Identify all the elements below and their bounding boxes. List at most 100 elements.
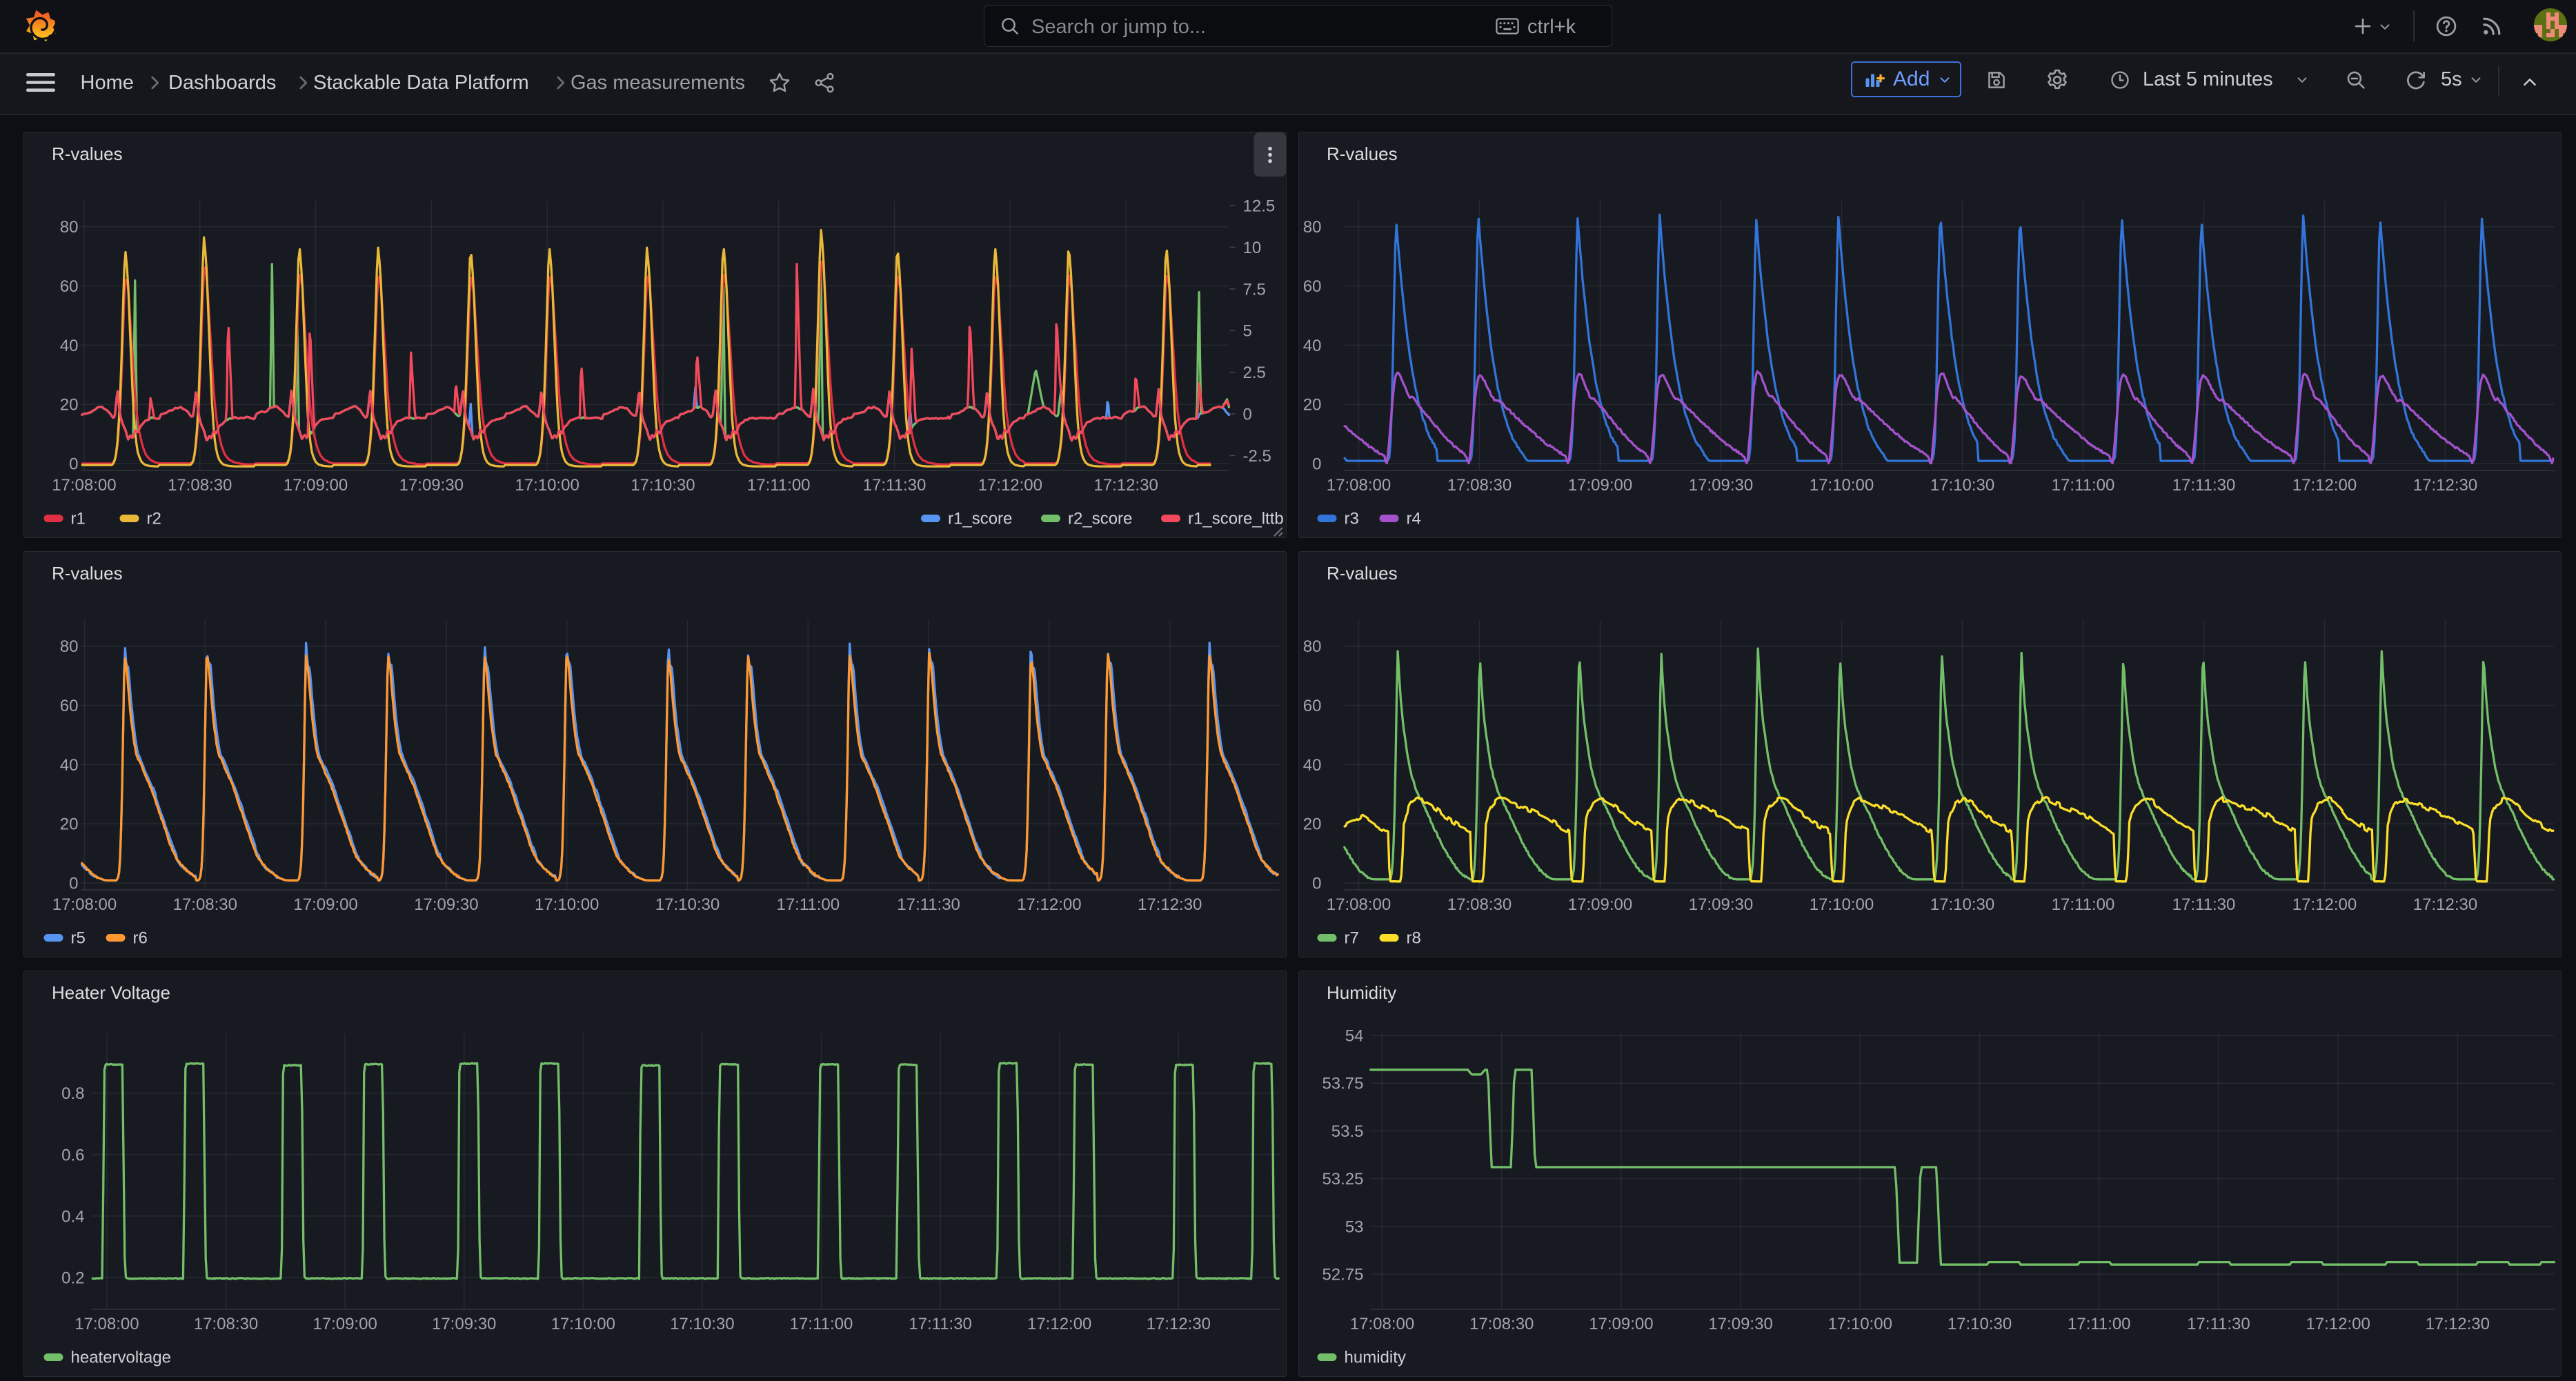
svg-text:heatervoltage: heatervoltage: [70, 1349, 170, 1367]
svg-text:5: 5: [1242, 322, 1251, 341]
svg-text:17:10:30: 17:10:30: [670, 1315, 734, 1333]
svg-text:17:12:00: 17:12:00: [1017, 895, 1081, 914]
svg-text:17:09:00: 17:09:00: [1567, 476, 1632, 495]
svg-text:0.8: 0.8: [61, 1084, 84, 1103]
svg-text:40: 40: [59, 337, 78, 355]
svg-text:80: 80: [59, 637, 78, 656]
svg-text:17:10:00: 17:10:00: [1809, 476, 1873, 495]
svg-text:17:08:30: 17:08:30: [193, 1315, 257, 1333]
svg-text:17:08:30: 17:08:30: [1447, 476, 1511, 495]
svg-text:53.5: 53.5: [1331, 1122, 1363, 1141]
svg-text:60: 60: [1302, 277, 1321, 296]
svg-text:0: 0: [1312, 455, 1321, 474]
svg-text:17:11:30: 17:11:30: [2187, 1315, 2250, 1333]
svg-text:R-values: R-values: [52, 563, 123, 584]
svg-text:17:09:00: 17:09:00: [293, 895, 357, 914]
svg-text:17:10:30: 17:10:30: [1930, 895, 1994, 914]
svg-text:17:09:00: 17:09:00: [313, 1315, 377, 1333]
svg-text:17:09:00: 17:09:00: [1567, 895, 1632, 914]
svg-text:17:11:00: 17:11:00: [789, 1315, 853, 1333]
svg-text:0: 0: [1242, 406, 1251, 424]
svg-text:Humidity: Humidity: [1327, 982, 1396, 1003]
svg-text:60: 60: [1302, 697, 1321, 715]
svg-text:17:12:00: 17:12:00: [1027, 1315, 1091, 1333]
svg-text:17:12:00: 17:12:00: [2292, 895, 2356, 914]
svg-text:17:10:30: 17:10:30: [1930, 476, 1994, 495]
svg-text:17:10:00: 17:10:00: [1809, 895, 1873, 914]
svg-text:12.5: 12.5: [1242, 197, 1275, 216]
svg-text:r5: r5: [70, 929, 85, 948]
svg-text:R-values: R-values: [1327, 563, 1398, 584]
svg-text:17:08:30: 17:08:30: [167, 476, 231, 495]
svg-text:17:08:30: 17:08:30: [1447, 895, 1511, 914]
svg-text:r4: r4: [1406, 510, 1420, 528]
svg-text:17:11:30: 17:11:30: [909, 1315, 972, 1333]
svg-text:7.5: 7.5: [1242, 280, 1265, 299]
svg-text:17:10:00: 17:10:00: [1827, 1315, 1892, 1333]
svg-text:17:08:30: 17:08:30: [1469, 1315, 1533, 1333]
svg-text:17:09:30: 17:09:30: [1688, 476, 1752, 495]
svg-text:Heater Voltage: Heater Voltage: [52, 982, 170, 1003]
svg-text:17:11:30: 17:11:30: [2172, 895, 2235, 914]
svg-text:R-values: R-values: [1327, 143, 1398, 164]
svg-text:R-values: R-values: [52, 143, 123, 164]
svg-text:r3: r3: [1344, 510, 1358, 528]
svg-text:17:10:00: 17:10:00: [551, 1315, 615, 1333]
svg-text:17:11:30: 17:11:30: [862, 476, 926, 495]
svg-text:17:11:00: 17:11:00: [2067, 1315, 2130, 1333]
svg-text:54: 54: [1345, 1027, 1363, 1046]
svg-text:r2: r2: [146, 510, 161, 528]
svg-text:r1_score: r1_score: [948, 510, 1012, 528]
svg-text:17:10:30: 17:10:30: [1947, 1315, 2011, 1333]
svg-text:10: 10: [1242, 239, 1261, 257]
svg-text:r8: r8: [1406, 929, 1420, 948]
svg-text:0: 0: [69, 875, 78, 893]
svg-text:17:12:30: 17:12:30: [2412, 895, 2477, 914]
svg-text:17:12:30: 17:12:30: [1146, 1315, 1210, 1333]
svg-text:0.4: 0.4: [61, 1207, 84, 1226]
svg-text:40: 40: [59, 756, 78, 775]
svg-text:r1_score_lttb: r1_score_lttb: [1188, 510, 1284, 528]
svg-text:17:08:00: 17:08:00: [1326, 895, 1390, 914]
svg-text:17:10:30: 17:10:30: [655, 895, 719, 914]
svg-text:17:10:30: 17:10:30: [631, 476, 695, 495]
svg-text:r2_score: r2_score: [1068, 510, 1132, 528]
svg-text:-2.5: -2.5: [1242, 447, 1271, 466]
svg-text:80: 80: [1302, 218, 1321, 237]
svg-text:0.6: 0.6: [61, 1146, 84, 1164]
svg-text:17:12:00: 17:12:00: [2292, 476, 2356, 495]
svg-text:40: 40: [1302, 337, 1321, 355]
svg-text:17:12:30: 17:12:30: [1137, 895, 1201, 914]
svg-text:r7: r7: [1344, 929, 1358, 948]
svg-text:80: 80: [59, 218, 78, 237]
svg-text:17:12:30: 17:12:30: [2425, 1315, 2489, 1333]
svg-text:17:09:30: 17:09:30: [431, 1315, 495, 1333]
svg-text:17:08:00: 17:08:00: [1349, 1315, 1414, 1333]
svg-text:17:12:00: 17:12:00: [2306, 1315, 2370, 1333]
svg-text:17:09:30: 17:09:30: [1688, 895, 1752, 914]
svg-text:17:08:00: 17:08:00: [52, 895, 116, 914]
svg-text:17:09:00: 17:09:00: [283, 476, 347, 495]
svg-text:0.2: 0.2: [61, 1269, 84, 1288]
svg-text:2.5: 2.5: [1242, 364, 1265, 382]
svg-text:60: 60: [59, 697, 78, 715]
svg-text:53.75: 53.75: [1322, 1075, 1363, 1093]
svg-text:20: 20: [59, 815, 78, 834]
svg-text:17:12:30: 17:12:30: [1093, 476, 1158, 495]
svg-text:17:09:00: 17:09:00: [1589, 1315, 1653, 1333]
svg-text:17:08:00: 17:08:00: [1326, 476, 1390, 495]
svg-text:17:11:30: 17:11:30: [2172, 476, 2235, 495]
svg-text:20: 20: [1302, 815, 1321, 834]
svg-text:17:08:30: 17:08:30: [172, 895, 237, 914]
svg-text:17:08:00: 17:08:00: [75, 1315, 139, 1333]
svg-text:17:10:00: 17:10:00: [515, 476, 579, 495]
svg-text:17:12:30: 17:12:30: [2412, 476, 2477, 495]
svg-text:17:11:00: 17:11:00: [2051, 895, 2114, 914]
svg-text:17:11:30: 17:11:30: [897, 895, 960, 914]
svg-text:17:11:00: 17:11:00: [2051, 476, 2114, 495]
svg-text:17:11:00: 17:11:00: [776, 895, 840, 914]
svg-text:60: 60: [59, 277, 78, 296]
svg-text:17:11:00: 17:11:00: [746, 476, 810, 495]
svg-text:17:09:30: 17:09:30: [414, 895, 478, 914]
svg-text:53: 53: [1345, 1218, 1363, 1236]
